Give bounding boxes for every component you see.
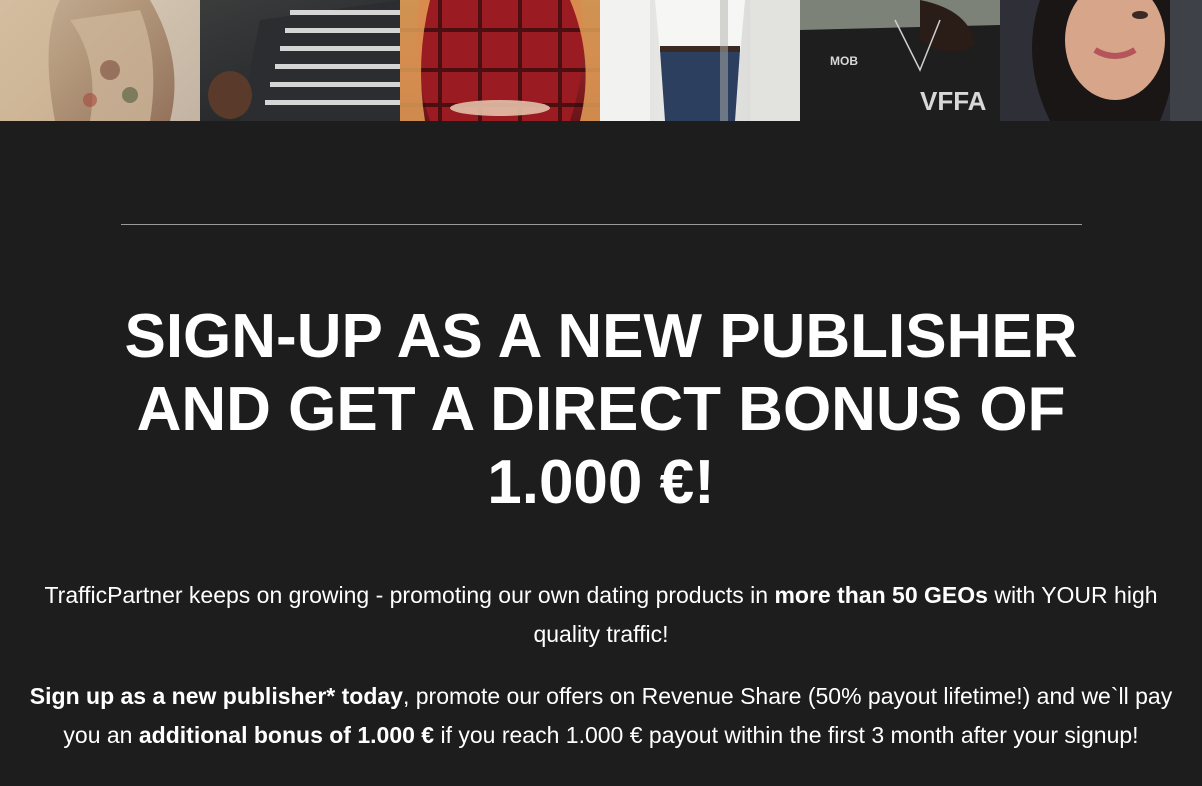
svg-text:VFFA: VFFA	[920, 86, 987, 116]
bonus-paragraph: Sign up as a new publisher* today, promo…	[20, 677, 1182, 755]
headline-line-1: SIGN-UP AS A NEW PUBLISHER	[124, 302, 1078, 371]
photo-person-white-shirt	[600, 0, 800, 121]
intro-text-a: TrafficPartner keeps on growing - promot…	[44, 582, 775, 608]
photo-woman-red-plaid	[400, 0, 600, 121]
promo-page: VFFA MOB SIGN-UP AS A NEW PUBLISHER AND …	[0, 0, 1202, 786]
headline-line-2: AND GET A DIRECT BONUS OF	[136, 375, 1066, 444]
bonus-text-b: if you reach 1.000 € payout within the f…	[434, 722, 1139, 748]
bonus-bold-amount: additional bonus of 1.000 €	[138, 722, 435, 748]
svg-text:MOB: MOB	[830, 54, 858, 68]
photo-man-black-tee: VFFA MOB	[800, 0, 1000, 121]
photo-man-striped-sweater	[200, 0, 400, 121]
bonus-bold-signup: Sign up as a new publisher* today	[29, 683, 403, 709]
headline-line-3: 1.000 €!	[487, 448, 715, 517]
photo-woman-patterned-blouse	[0, 0, 200, 121]
photo-woman-portrait	[1000, 0, 1202, 121]
section-divider	[121, 224, 1082, 225]
promo-headline: SIGN-UP AS A NEW PUBLISHER AND GET A DIR…	[60, 300, 1142, 519]
photo-strip: VFFA MOB	[0, 0, 1202, 121]
intro-paragraph: TrafficPartner keeps on growing - promot…	[20, 576, 1182, 654]
intro-bold-geos: more than 50 GEOs	[774, 582, 988, 608]
